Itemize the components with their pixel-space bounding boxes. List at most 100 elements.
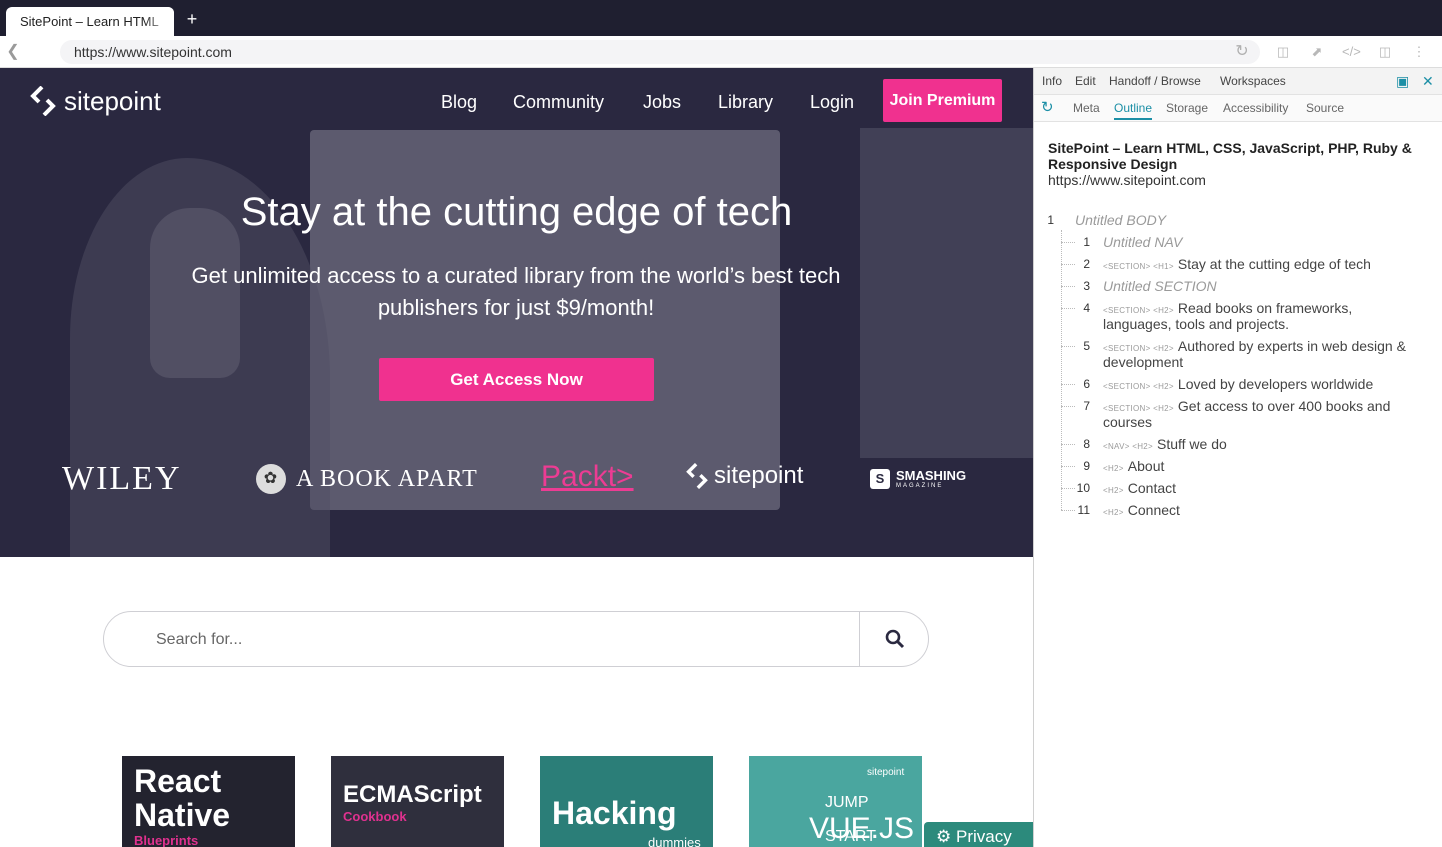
join-premium-button[interactable]: Join Premium [883,79,1002,122]
outline-row-number: 11 [1077,503,1090,517]
panel-tab-info[interactable]: Info [1042,74,1062,88]
outline-row-tags: <SECTION> <H2> [1103,382,1174,391]
panel-tab-bar: Info Edit Handoff / Browse Workspaces ▣ … [1034,68,1442,95]
browser-tab-bar: SitePoint – Learn HTML + [0,0,1442,36]
dock-icon[interactable]: ▣ [1396,73,1409,90]
reader-icon[interactable]: ◫ [1274,44,1292,60]
outline-row-number: 3 [1083,279,1090,293]
subtab-meta[interactable]: Meta [1073,101,1100,115]
outline-row-6[interactable]: <SECTION> <H2> Loved by developers worldw… [1103,376,1373,395]
outline-page-title: SitePoint – Learn HTML, CSS, JavaScript,… [1048,140,1412,172]
select-element-icon[interactable]: ⬈ [1308,44,1326,60]
outline-row-tags: <H2> [1103,464,1124,473]
reload-icon[interactable]: ↻ [1233,43,1251,61]
outline-row-text: Contact [1127,480,1177,496]
nav-jobs[interactable]: Jobs [643,90,681,114]
outline-row-tags: <SECTION> <H2> [1103,306,1174,315]
subtab-outline[interactable]: Outline [1114,101,1153,120]
outline-row-text: Stuff we do [1157,436,1227,452]
outline-row-tags: <SECTION> <H2> [1103,344,1174,353]
outline-row-4-cont: languages, tools and projects. [1103,316,1290,332]
outline-row-1[interactable]: Untitled NAV [1103,234,1182,250]
nav-blog[interactable]: Blog [441,90,477,114]
outline-row-text: Connect [1127,502,1180,518]
book-card-vue[interactable]: sitepoint JUMP START VUE.JS [749,756,922,847]
outline-row-10[interactable]: <H2> Contact [1103,480,1176,499]
close-icon[interactable]: ✕ [1422,73,1434,90]
publisher-packt-logo: Packt> [541,460,634,493]
outline-row-number: 10 [1076,481,1090,495]
panel-subtab-bar: ↻ Meta Outline Storage Accessibility Sou… [1034,95,1442,122]
hero-section: sitepoint Blog Community Jobs Library Lo… [0,68,1033,557]
back-arrow-icon[interactable]: ❮ [4,42,22,62]
browser-tab[interactable]: SitePoint – Learn HTML [6,7,174,36]
book-card-react-native[interactable]: React Native Blueprints [122,756,295,847]
privacy-label: Privacy [955,827,1012,846]
panel-tab-edit[interactable]: Edit [1075,74,1096,88]
book-card-hacking[interactable]: Hacking dummies [540,756,713,847]
book-subtitle: Cookbook [343,809,407,824]
outline-row-tags: <SECTION> <H2> [1103,404,1174,413]
sidebar-icon[interactable]: ◫ [1376,44,1394,60]
website-viewport: sitepoint Blog Community Jobs Library Lo… [0,68,1033,847]
publisher-smashing-logo: S SMASHING MAGAZINE [870,468,966,489]
get-access-button[interactable]: Get Access Now [379,358,654,401]
panel-tab-handoff[interactable]: Handoff / Browse [1109,74,1201,88]
outline-row-number: 1 [1083,235,1090,249]
logo-text: sitepoint [64,85,161,116]
sitepoint-logo[interactable]: sitepoint [30,84,161,118]
nav-community[interactable]: Community [513,90,604,114]
browser-tab-title: SitePoint – Learn HTML [20,14,159,29]
book-title-line1: React [134,763,222,799]
book-title-line2: VUE.JS [809,812,915,845]
book-card-ecmascript[interactable]: ECMAScript Cookbook [331,756,504,847]
outline-row-text: Loved by developers worldwide [1177,376,1374,392]
outline-page-url[interactable]: https://www.sitepoint.com [1048,172,1206,188]
sitepoint-mark-icon [686,463,708,489]
subtab-accessibility[interactable]: Accessibility [1223,101,1288,115]
privacy-button[interactable]: ⚙ Privacy [924,822,1033,847]
outline-row-2[interactable]: <SECTION> <H1> Stay at the cutting edge o… [1103,256,1371,275]
subtab-storage[interactable]: Storage [1166,101,1208,115]
book-subtitle: Blueprints [134,833,199,847]
search-icon [885,629,904,649]
publisher-sitepoint-logo: sitepoint [686,462,803,490]
outline-row-number: 6 [1083,377,1090,391]
sitepoint-logo-icon [30,86,56,116]
tab-title-fade [144,7,174,36]
subtab-source[interactable]: Source [1306,101,1344,115]
panel-tab-workspaces[interactable]: Workspaces [1220,74,1286,88]
outline-row-tags: <SECTION> <H1> [1103,262,1174,271]
outline-tree-line [1061,230,1062,510]
outline-root-label[interactable]: Untitled BODY [1075,212,1166,228]
book-title-line1: Hacking [552,795,677,831]
gear-icon: ⚙ [936,827,952,846]
search-button[interactable] [859,611,929,667]
bookapart-text: A BOOK APART [296,465,478,492]
outline-row-9[interactable]: <H2> About [1103,458,1164,477]
outline-row-text: Get access to over 400 books and [1177,398,1391,414]
nav-login[interactable]: Login [810,90,854,114]
search-input[interactable] [156,629,846,651]
url-field[interactable]: https://www.sitepoint.com [60,40,1260,64]
outline-row-text: Stay at the cutting edge of tech [1177,256,1371,272]
smashing-text: SMASHING [896,468,967,483]
search-box [103,611,929,667]
code-icon[interactable]: </> [1342,44,1361,60]
outline-row-number: 4 [1083,301,1090,315]
outline-row-text: Authored by experts in web design & [1177,338,1406,354]
outline-row-3[interactable]: Untitled SECTION [1103,278,1217,294]
nav-library[interactable]: Library [718,90,773,114]
book-publisher: sitepoint [867,767,905,778]
more-menu-icon[interactable]: ⋮ [1410,44,1428,60]
outline-row-number: 5 [1083,339,1090,353]
outline-row-number: 2 [1083,257,1090,271]
new-tab-button[interactable]: + [182,8,202,30]
outline-row-5-cont: development [1103,354,1184,370]
outline-row-11[interactable]: <H2> Connect [1103,502,1180,521]
outline-row-8[interactable]: <NAV> <H2> Stuff we do [1103,436,1227,455]
refresh-icon[interactable]: ↻ [1041,98,1054,116]
outline-row-tags: <NAV> <H2> [1103,442,1153,451]
sitepoint-publisher-text: sitepoint [714,462,804,489]
outline-row-text: About [1127,458,1165,474]
